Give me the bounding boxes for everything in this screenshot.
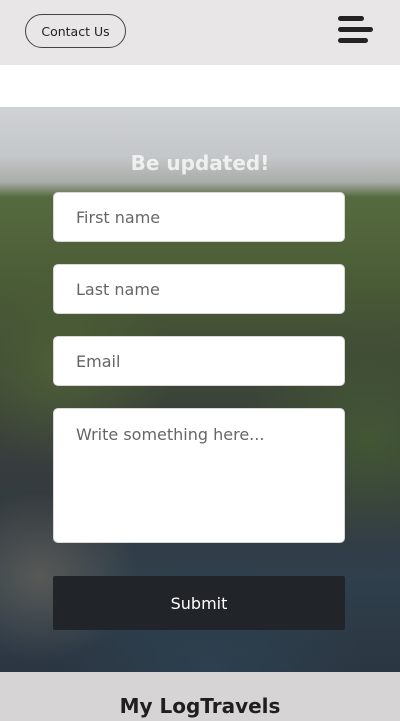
first-name-input[interactable] [53,192,345,242]
submit-button[interactable]: Submit [53,576,345,630]
menu-bar-top [338,16,364,21]
last-name-input[interactable] [53,264,345,314]
message-textarea[interactable] [53,408,345,543]
hamburger-menu-icon[interactable] [338,14,376,46]
menu-bar-middle [338,27,373,32]
top-navbar: Contact Us [0,0,400,65]
footer: My LogTravels [0,672,400,721]
email-input[interactable] [53,336,345,386]
contact-us-button[interactable]: Contact Us [25,14,126,48]
form-title: Be updated! [130,151,270,175]
menu-bar-bottom [338,38,368,43]
newsletter-section: Be updated! Submit [0,107,400,672]
footer-brand: My LogTravels [119,694,281,718]
